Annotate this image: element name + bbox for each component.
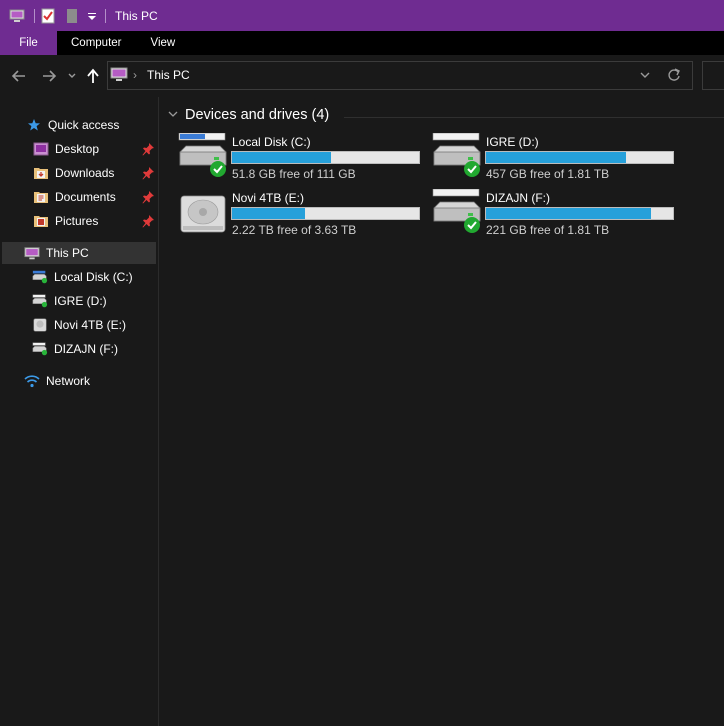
search-input[interactable] <box>702 61 724 90</box>
refresh-button[interactable] <box>666 66 682 87</box>
address-bar[interactable]: › This PC <box>107 61 693 90</box>
this-pc-icon <box>110 67 128 85</box>
sidebar-item-label: Novi 4TB (E:) <box>54 318 127 332</box>
navigation-pane: Quick access Desktop Downloads Documents… <box>0 97 159 726</box>
pin-icon[interactable] <box>141 190 155 204</box>
up-button[interactable] <box>86 66 100 86</box>
sidebar-item-documents[interactable]: Documents <box>33 186 157 208</box>
sidebar-item-label: Pictures <box>55 214 99 228</box>
breadcrumb-chevron-icon[interactable]: › <box>133 68 137 82</box>
drive-tile-c[interactable]: Local Disk (C:) 51.8 GB free of 111 GB <box>178 132 428 181</box>
star-icon <box>26 117 42 133</box>
tab-computer[interactable]: Computer <box>57 31 136 55</box>
drive-icon <box>32 293 48 309</box>
drive-icon <box>432 188 482 235</box>
sidebar-item-drive-d[interactable]: IGRE (D:) <box>32 290 156 312</box>
forward-button[interactable] <box>41 66 57 86</box>
drive-name: Novi 4TB (E:) <box>232 191 305 205</box>
titlebar-divider <box>34 8 35 23</box>
hard-disk-icon <box>178 189 228 235</box>
group-header[interactable]: Devices and drives (4) <box>167 107 329 123</box>
sidebar-item-this-pc[interactable]: This PC <box>2 242 156 264</box>
capacity-bar <box>485 207 674 220</box>
sidebar-item-desktop[interactable]: Desktop <box>33 138 157 160</box>
pin-icon[interactable] <box>141 142 155 156</box>
drive-tile-d[interactable]: IGRE (D:) 457 GB free of 1.81 TB <box>432 132 682 181</box>
drive-name: IGRE (D:) <box>486 135 539 149</box>
address-history-button[interactable] <box>638 66 652 87</box>
system-drive-icon <box>178 132 228 179</box>
recent-locations-button[interactable] <box>67 66 77 86</box>
sidebar-item-label: Downloads <box>55 166 115 180</box>
tab-view[interactable]: View <box>136 31 191 55</box>
this-pc-icon[interactable] <box>9 8 25 24</box>
desktop-folder-icon <box>33 141 49 157</box>
window-title: This PC <box>115 8 158 23</box>
sidebar-item-drive-c[interactable]: Local Disk (C:) <box>32 266 156 288</box>
sidebar-item-quick-access[interactable]: Quick access <box>26 114 156 136</box>
drive-icon <box>32 341 48 357</box>
new-folder-icon[interactable] <box>64 8 80 24</box>
drive-tile-f[interactable]: DIZAJN (F:) 221 GB free of 1.81 TB <box>432 188 682 237</box>
tab-file[interactable]: File <box>0 31 57 55</box>
sidebar-item-label: DIZAJN (F:) <box>54 342 118 356</box>
capacity-bar-fill <box>232 208 305 219</box>
sidebar-item-label: Local Disk (C:) <box>54 270 133 284</box>
title-bar: This PC <box>0 0 724 31</box>
group-title: Devices and drives (4) <box>185 107 330 123</box>
sidebar-item-label: IGRE (D:) <box>54 294 107 308</box>
this-pc-icon <box>24 245 40 261</box>
sidebar-item-downloads[interactable]: Downloads <box>33 162 157 184</box>
sidebar-item-label: Network <box>46 374 91 388</box>
back-button[interactable] <box>11 66 27 86</box>
capacity-bar-fill <box>486 208 651 219</box>
pictures-folder-icon <box>33 213 49 229</box>
pin-icon[interactable] <box>141 166 155 180</box>
free-space-text: 221 GB free of 1.81 TB <box>486 223 610 237</box>
free-space-text: 2.22 TB free of 3.63 TB <box>232 223 357 237</box>
capacity-bar-fill <box>232 152 332 163</box>
capacity-bar-fill <box>486 152 627 163</box>
drive-name: DIZAJN (F:) <box>486 191 550 205</box>
ribbon-tabs: File Computer View <box>0 31 724 55</box>
sidebar-item-drive-f[interactable]: DIZAJN (F:) <box>32 338 156 360</box>
capacity-bar <box>485 151 674 164</box>
capacity-bar <box>231 207 420 220</box>
drive-tile-e[interactable]: Novi 4TB (E:) 2.22 TB free of 3.63 TB <box>178 189 428 237</box>
drive-icon <box>432 132 482 179</box>
customize-toolbar-icon[interactable] <box>84 8 100 24</box>
content-pane: Devices and drives (4) Local Disk (C:) 5… <box>159 97 724 726</box>
network-icon <box>24 373 40 389</box>
sidebar-item-label: Documents <box>55 190 116 204</box>
documents-folder-icon <box>33 189 49 205</box>
titlebar-divider <box>105 8 106 23</box>
chevron-down-icon[interactable] <box>167 108 179 122</box>
free-space-text: 51.8 GB free of 111 GB <box>232 167 356 181</box>
drive-name: Local Disk (C:) <box>232 135 311 149</box>
pin-icon[interactable] <box>141 214 155 228</box>
sidebar-item-label: Desktop <box>55 142 100 156</box>
downloads-folder-icon <box>33 165 49 181</box>
capacity-bar <box>231 151 420 164</box>
system-drive-icon <box>32 269 48 285</box>
group-divider <box>344 117 724 118</box>
hard-disk-icon <box>32 317 48 333</box>
properties-icon[interactable] <box>40 8 56 24</box>
sidebar-item-network[interactable]: Network <box>24 370 154 392</box>
sidebar-item-drive-e[interactable]: Novi 4TB (E:) <box>32 314 156 336</box>
sidebar-item-label: This PC <box>46 246 89 260</box>
free-space-text: 457 GB free of 1.81 TB <box>486 167 610 181</box>
sidebar-item-label: Quick access <box>48 118 120 132</box>
breadcrumb[interactable]: This PC <box>147 68 190 82</box>
sidebar-item-pictures[interactable]: Pictures <box>33 210 157 232</box>
